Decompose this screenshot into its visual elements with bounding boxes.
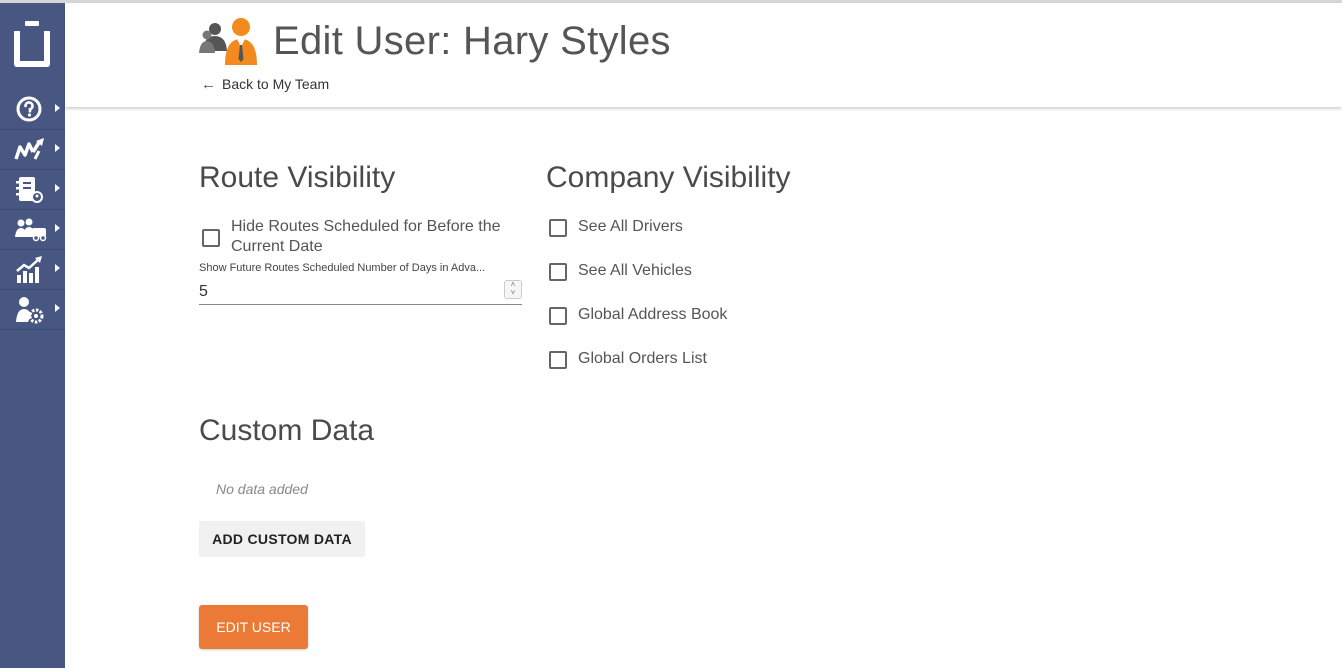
sidebar-item-address-book[interactable] [0,169,65,210]
routes-icon [14,138,44,160]
back-link-label: Back to My Team [222,76,330,92]
company-visibility-heading: Company Visibility [546,161,791,194]
future-days-label: Show Future Routes Scheduled Number of D… [199,262,486,274]
team-users-icon [199,18,257,65]
global-address-book-checkbox[interactable] [549,307,567,325]
sidebar [0,3,65,668]
chevron-right-icon [55,184,60,192]
user-settings-icon [16,297,44,324]
analytics-icon [16,256,42,283]
sidebar-item-analytics[interactable] [0,249,65,290]
global-orders-list-checkbox[interactable] [549,351,567,369]
sidebar-item-routes[interactable] [0,129,65,170]
chevron-right-icon [55,304,60,312]
sidebar-item-fleet[interactable] [0,209,65,250]
chevron-right-icon [55,104,60,112]
hide-routes-label-line1: Hide Routes Scheduled for Before the [231,218,501,235]
back-to-team-link[interactable]: ← Back to My Team [201,76,329,93]
see-all-vehicles-label: See All Vehicles [578,262,692,279]
add-custom-data-button[interactable]: ADD CUSTOM DATA [199,521,365,557]
hide-routes-checkbox[interactable] [202,229,220,247]
arrow-left-icon: ← [201,76,216,93]
number-spinner[interactable]: ˄ ˅ [504,280,522,299]
sidebar-item-help[interactable] [0,89,65,130]
see-all-drivers-label: See All Drivers [578,218,683,235]
custom-data-heading: Custom Data [199,414,375,447]
fleet-icon [15,218,47,242]
chevron-right-icon [55,144,60,152]
route-visibility-heading: Route Visibility [199,161,396,194]
page-title: Edit User: Hary Styles [273,19,671,63]
see-all-vehicles-checkbox[interactable] [549,263,567,281]
sidebar-item-user-settings[interactable] [0,289,65,330]
help-icon [16,96,42,122]
hide-routes-label: Hide Routes Scheduled for Before the Cur… [231,217,501,257]
see-all-drivers-checkbox[interactable] [549,219,567,237]
no-data-text: No data added [216,481,308,497]
edit-user-button[interactable]: EDIT USER [199,605,308,649]
global-orders-list-label: Global Orders List [578,350,707,367]
future-days-input[interactable] [199,279,522,305]
address-book-icon [16,177,43,203]
hide-routes-label-line2: Current Date [231,238,323,255]
global-address-book-label: Global Address Book [578,306,728,323]
page-header: Edit User: Hary Styles ← Back to My Team [65,3,1342,107]
chevron-right-icon [55,224,60,232]
chevron-right-icon [55,264,60,272]
app-logo[interactable] [14,21,50,71]
